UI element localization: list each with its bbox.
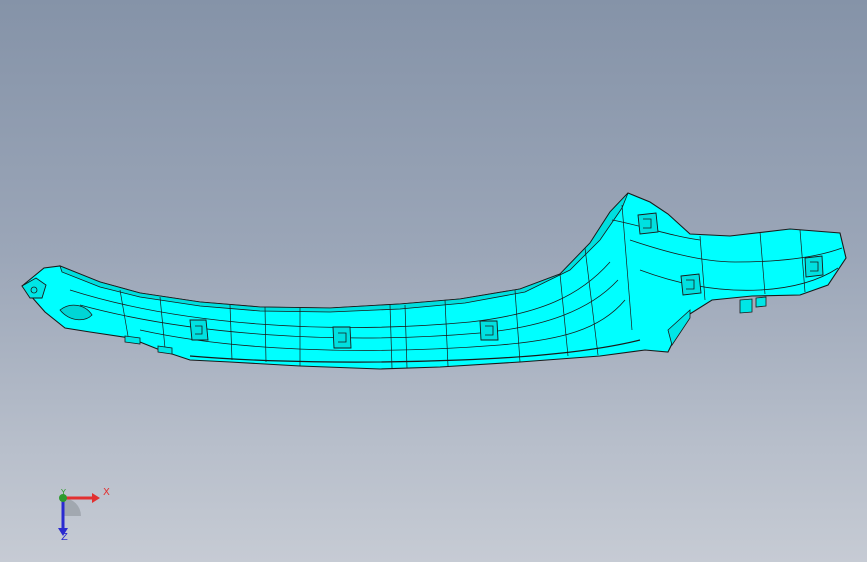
axis-y-label: Y — [61, 488, 66, 497]
orientation-triad: X Y Z — [40, 478, 120, 548]
clip-feature[interactable] — [332, 326, 352, 349]
clip-feature[interactable] — [637, 212, 659, 235]
clip-feature[interactable] — [804, 255, 824, 278]
axis-x-label: X — [103, 487, 110, 498]
graphics-viewport[interactable]: X Y Z — [0, 0, 867, 562]
part-model[interactable] — [0, 0, 867, 562]
part-body[interactable] — [21, 192, 847, 370]
clip-feature[interactable] — [189, 319, 209, 341]
axis-z-label: Z — [61, 532, 68, 543]
clip-feature[interactable] — [680, 273, 702, 296]
clip-feature[interactable] — [479, 320, 499, 341]
